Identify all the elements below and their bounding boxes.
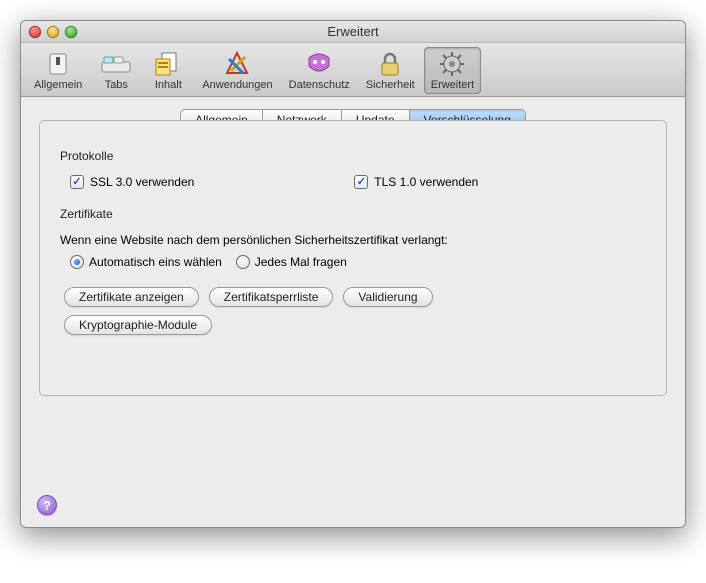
preferences-window: Erweitert Allgemein Tabs Inhalt Anwendun… [20, 20, 686, 528]
radio-icon [70, 255, 84, 269]
window-title: Erweitert [21, 24, 685, 39]
help-button[interactable]: ? [37, 495, 57, 515]
toolbar: Allgemein Tabs Inhalt Anwendungen Datens… [21, 43, 685, 97]
crypto-modules-button[interactable]: Kryptographie-Module [64, 315, 212, 335]
checkbox-icon [354, 175, 368, 189]
ssl3-checkbox[interactable]: SSL 3.0 verwenden [70, 175, 194, 189]
tabs-icon [100, 50, 132, 78]
privacy-mask-icon [303, 50, 335, 78]
toolbar-item-allgemein[interactable]: Allgemein [27, 47, 89, 94]
titlebar: Erweitert [21, 21, 685, 43]
toolbar-label: Sicherheit [366, 79, 415, 91]
toolbar-item-datenschutz[interactable]: Datenschutz [282, 47, 357, 94]
content-area: Allgemein Netzwerk Update Verschlüsselun… [21, 97, 685, 527]
certificates-description: Wenn eine Website nach dem persönlichen … [60, 233, 646, 247]
applications-icon [221, 50, 253, 78]
toolbar-label: Anwendungen [202, 79, 272, 91]
switch-icon [42, 50, 74, 78]
certificate-buttons-row-2: Kryptographie-Module [64, 315, 646, 335]
toolbar-label: Inhalt [155, 79, 182, 91]
checkbox-icon [70, 175, 84, 189]
toolbar-item-anwendungen[interactable]: Anwendungen [195, 47, 279, 94]
toolbar-item-erweitert[interactable]: Erweitert [424, 47, 481, 94]
lock-icon [374, 50, 406, 78]
toolbar-label: Tabs [105, 79, 128, 91]
toolbar-label: Datenschutz [289, 79, 350, 91]
certificate-selection-mode: Automatisch eins wählen Jedes Mal fragen [70, 255, 646, 269]
ssl3-label: SSL 3.0 verwenden [90, 175, 194, 189]
certificate-buttons-row: Zertifikate anzeigen Zertifikatsperrlist… [64, 287, 646, 307]
protocols-heading: Protokolle [60, 149, 646, 163]
revocation-list-button[interactable]: Zertifikatsperrliste [209, 287, 334, 307]
help-glyph: ? [43, 498, 51, 513]
tls1-label: TLS 1.0 verwenden [374, 175, 478, 189]
toolbar-label: Allgemein [34, 79, 82, 91]
tls1-checkbox[interactable]: TLS 1.0 verwenden [354, 175, 478, 189]
toolbar-item-inhalt[interactable]: Inhalt [143, 47, 193, 94]
radio-auto-select[interactable]: Automatisch eins wählen [70, 255, 222, 269]
protocols-row: SSL 3.0 verwenden TLS 1.0 verwenden [70, 175, 646, 189]
toolbar-item-sicherheit[interactable]: Sicherheit [359, 47, 422, 94]
gear-icon [436, 50, 468, 78]
radio-ask-label: Jedes Mal fragen [255, 255, 347, 269]
toolbar-label: Erweitert [431, 79, 474, 91]
radio-auto-label: Automatisch eins wählen [89, 255, 222, 269]
radio-icon [236, 255, 250, 269]
encryption-panel: Protokolle SSL 3.0 verwenden TLS 1.0 ver… [39, 120, 667, 396]
certificates-heading: Zertifikate [60, 207, 646, 221]
radio-ask-each-time[interactable]: Jedes Mal fragen [236, 255, 347, 269]
view-certificates-button[interactable]: Zertifikate anzeigen [64, 287, 199, 307]
content-icon [152, 50, 184, 78]
toolbar-item-tabs[interactable]: Tabs [91, 47, 141, 94]
validation-button[interactable]: Validierung [343, 287, 432, 307]
